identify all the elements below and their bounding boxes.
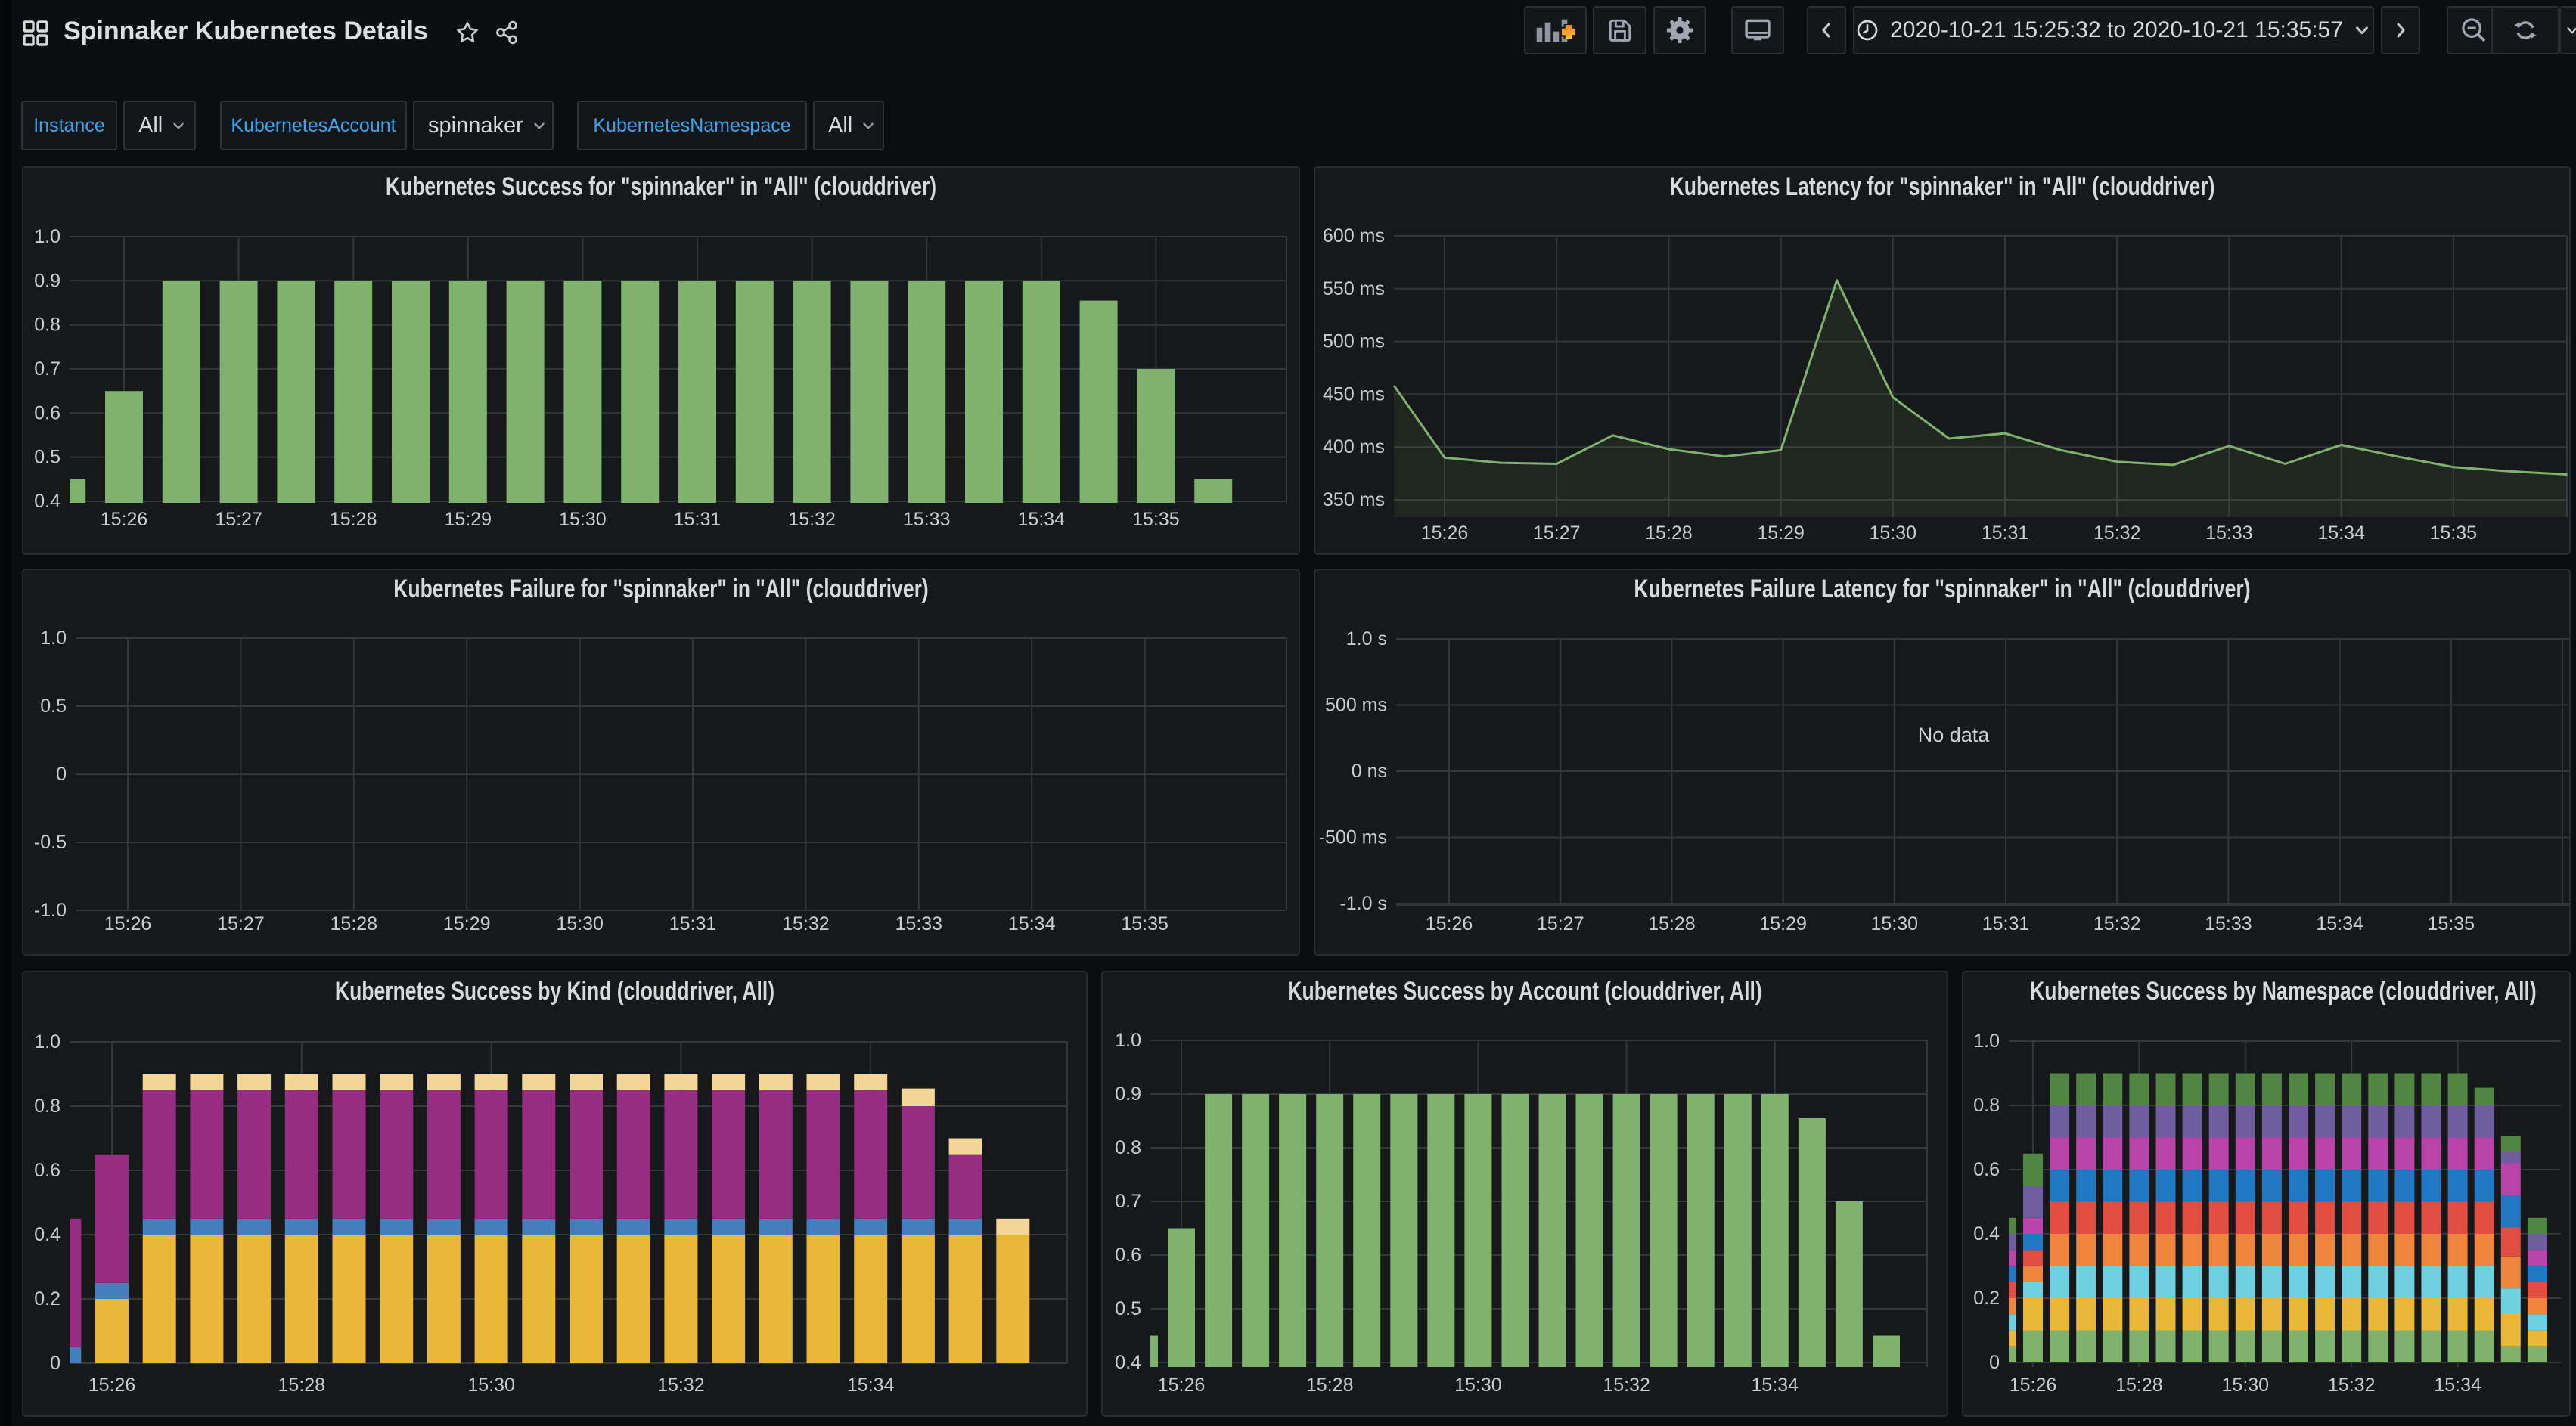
svg-text:15:31: 15:31 <box>669 913 717 935</box>
svg-text:15:28: 15:28 <box>330 509 377 530</box>
svg-text:15:30: 15:30 <box>1454 1375 1502 1396</box>
svg-text:0.5: 0.5 <box>34 447 61 468</box>
svg-text:1.0: 1.0 <box>1973 1031 2000 1052</box>
svg-text:0 ns: 0 ns <box>1352 761 1387 782</box>
svg-text:15:26: 15:26 <box>101 509 148 530</box>
svg-text:15:26: 15:26 <box>2010 1375 2057 1396</box>
svg-text:0: 0 <box>50 1353 61 1374</box>
svg-text:600 ms: 600 ms <box>1323 225 1385 246</box>
svg-text:15:29: 15:29 <box>1759 913 1807 935</box>
svg-text:0.8: 0.8 <box>34 1096 61 1117</box>
svg-text:0.7: 0.7 <box>34 358 61 380</box>
svg-text:15:35: 15:35 <box>1121 913 1169 935</box>
svg-text:15:27: 15:27 <box>217 913 265 935</box>
svg-text:15:34: 15:34 <box>2317 522 2365 544</box>
svg-text:15:32: 15:32 <box>2093 913 2141 935</box>
svg-text:15:32: 15:32 <box>657 1375 705 1396</box>
svg-text:15:32: 15:32 <box>788 509 836 530</box>
svg-text:0.2: 0.2 <box>1973 1288 2000 1309</box>
svg-text:500 ms: 500 ms <box>1323 331 1385 352</box>
svg-text:1.0 s: 1.0 s <box>1346 628 1387 649</box>
svg-text:15:31: 15:31 <box>1982 913 2030 935</box>
svg-text:15:30: 15:30 <box>2222 1375 2270 1396</box>
svg-text:0.4: 0.4 <box>1115 1352 1141 1373</box>
svg-text:-500 ms: -500 ms <box>1319 827 1387 848</box>
svg-text:1.0: 1.0 <box>34 1031 61 1052</box>
svg-text:15:30: 15:30 <box>1870 522 1917 544</box>
svg-text:-0.5: -0.5 <box>34 832 67 853</box>
svg-text:0.6: 0.6 <box>1115 1245 1141 1266</box>
svg-text:0.5: 0.5 <box>1115 1298 1141 1319</box>
svg-text:15:34: 15:34 <box>2434 1375 2481 1396</box>
svg-text:15:30: 15:30 <box>467 1375 515 1396</box>
svg-text:15:30: 15:30 <box>559 509 607 530</box>
svg-text:350 ms: 350 ms <box>1323 489 1385 510</box>
svg-text:15:34: 15:34 <box>1008 913 1056 935</box>
svg-text:0.4: 0.4 <box>34 491 61 512</box>
svg-text:15:33: 15:33 <box>903 509 951 530</box>
svg-text:0.4: 0.4 <box>34 1224 61 1245</box>
svg-text:15:32: 15:32 <box>1603 1375 1650 1396</box>
svg-text:15:29: 15:29 <box>1757 522 1805 544</box>
svg-text:1.0: 1.0 <box>34 226 61 247</box>
svg-text:0.8: 0.8 <box>1115 1137 1141 1158</box>
svg-text:15:29: 15:29 <box>445 509 492 530</box>
svg-text:15:26: 15:26 <box>104 913 152 935</box>
svg-text:0: 0 <box>1989 1352 2000 1373</box>
svg-text:1.0: 1.0 <box>1115 1030 1141 1051</box>
svg-text:0: 0 <box>56 764 67 785</box>
svg-text:0.8: 0.8 <box>34 315 61 336</box>
svg-text:0.4: 0.4 <box>1973 1223 2000 1245</box>
svg-text:15:28: 15:28 <box>331 913 378 935</box>
svg-text:0.9: 0.9 <box>1115 1083 1141 1105</box>
svg-text:15:26: 15:26 <box>88 1375 136 1396</box>
svg-text:15:34: 15:34 <box>2316 913 2363 935</box>
svg-text:15:34: 15:34 <box>847 1375 895 1396</box>
svg-text:1.0: 1.0 <box>40 628 67 649</box>
svg-text:15:28: 15:28 <box>1648 913 1696 935</box>
svg-text:550 ms: 550 ms <box>1323 278 1385 299</box>
svg-text:15:35: 15:35 <box>2430 522 2478 544</box>
svg-text:No data: No data <box>1918 724 1991 746</box>
svg-text:450 ms: 450 ms <box>1323 383 1385 405</box>
svg-text:15:34: 15:34 <box>1752 1375 1799 1396</box>
svg-text:15:28: 15:28 <box>278 1375 326 1396</box>
svg-text:400 ms: 400 ms <box>1323 436 1385 457</box>
svg-text:15:28: 15:28 <box>1645 522 1693 544</box>
svg-text:15:35: 15:35 <box>2428 913 2475 935</box>
svg-text:15:27: 15:27 <box>1537 913 1584 935</box>
svg-text:0.8: 0.8 <box>1973 1095 2000 1116</box>
svg-text:15:31: 15:31 <box>674 509 722 530</box>
svg-text:0.7: 0.7 <box>1115 1191 1141 1212</box>
svg-text:15:30: 15:30 <box>556 913 604 935</box>
svg-text:0.6: 0.6 <box>34 402 61 423</box>
svg-text:-1.0: -1.0 <box>34 900 67 921</box>
svg-text:15:27: 15:27 <box>1533 522 1581 544</box>
svg-text:15:33: 15:33 <box>2205 913 2252 935</box>
svg-text:-1.0 s: -1.0 s <box>1339 893 1387 914</box>
svg-text:15:27: 15:27 <box>215 509 262 530</box>
svg-text:15:26: 15:26 <box>1158 1375 1206 1396</box>
svg-text:15:35: 15:35 <box>1132 509 1180 530</box>
svg-text:15:33: 15:33 <box>895 913 943 935</box>
svg-text:15:31: 15:31 <box>1982 522 2029 544</box>
svg-text:15:33: 15:33 <box>2205 522 2253 544</box>
svg-text:15:32: 15:32 <box>782 913 830 935</box>
svg-text:15:26: 15:26 <box>1421 522 1469 544</box>
svg-text:15:30: 15:30 <box>1871 913 1919 935</box>
svg-text:15:28: 15:28 <box>2115 1375 2163 1396</box>
svg-text:15:34: 15:34 <box>1018 509 1066 530</box>
svg-text:15:28: 15:28 <box>1306 1375 1354 1396</box>
svg-text:15:32: 15:32 <box>2328 1375 2376 1396</box>
svg-text:15:32: 15:32 <box>2093 522 2141 544</box>
svg-text:15:26: 15:26 <box>1426 913 1473 935</box>
svg-text:0.9: 0.9 <box>34 270 61 291</box>
svg-text:0.6: 0.6 <box>34 1160 61 1181</box>
svg-text:0.5: 0.5 <box>40 696 67 717</box>
svg-text:0.6: 0.6 <box>1973 1159 2000 1180</box>
svg-text:0.2: 0.2 <box>34 1288 61 1310</box>
svg-text:500 ms: 500 ms <box>1325 695 1387 716</box>
svg-text:15:29: 15:29 <box>443 913 491 935</box>
